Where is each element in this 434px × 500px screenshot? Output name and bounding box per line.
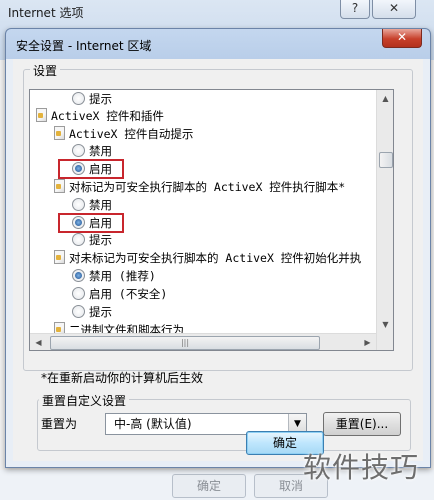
tree-setting: ActiveX 控件自动提示 — [54, 125, 193, 143]
tree-item-label: 禁用 — [89, 198, 112, 212]
restart-footnote: *在重新启动你的计算机后生效 — [41, 371, 204, 385]
tree-item-label: 对未标记为可安全执行脚本的 ActiveX 控件初始化并执 — [69, 251, 362, 265]
highlight-box — [58, 159, 124, 179]
radio-unselected-icon[interactable] — [72, 198, 85, 211]
tree-item-label: 启用 (不安全) — [89, 287, 168, 301]
radio-option[interactable]: 提示 — [72, 303, 112, 321]
radio-option[interactable]: 提示 — [72, 231, 112, 249]
tree-item-label: 提示 — [89, 305, 112, 319]
highlight-box — [58, 213, 124, 233]
tree-item-label: 禁用 — [89, 144, 112, 158]
vertical-scrollbar[interactable]: ▲ ▼ — [376, 90, 393, 350]
scroll-left-icon[interactable]: ◀ — [30, 334, 47, 350]
radio-unselected-icon[interactable] — [72, 144, 85, 157]
setting-page-icon — [54, 179, 65, 193]
dialog-title: 安全设置 - Internet 区域 — [16, 39, 152, 53]
watermark-text: 软件技巧 — [303, 451, 420, 484]
radio-option[interactable]: 禁用 (推荐) — [72, 267, 156, 285]
security-settings-dialog: 安全设置 - Internet 区域 ✕ 设置 提示 ActiveX 控件和插件 A… — [5, 28, 431, 468]
radio-unselected-icon[interactable] — [72, 305, 85, 318]
setting-page-icon — [54, 250, 65, 264]
setting-page-icon — [54, 126, 65, 140]
tree-item-label: 禁用 (推荐) — [89, 269, 156, 283]
tree-item-label: ActiveX 控件和插件 — [51, 109, 164, 123]
scroll-up-icon[interactable]: ▲ — [377, 90, 393, 107]
radio-unselected-icon[interactable] — [72, 92, 85, 105]
outer-window-title: Internet 选项 — [8, 6, 84, 20]
setting-page-icon — [36, 108, 47, 122]
horizontal-scrollbar[interactable]: ◀ ||| ▶ — [30, 333, 376, 350]
reset-level-value: 中-高 (默认值) — [114, 417, 192, 431]
tree-item-label: 提示 — [89, 233, 112, 247]
reset-to-label: 重置为 — [41, 417, 78, 431]
help-button[interactable]: ? — [340, 0, 370, 19]
radio-option[interactable]: 禁用 — [72, 142, 112, 160]
tree-item-label: 对标记为可安全执行脚本的 ActiveX 控件执行脚本* — [69, 180, 346, 194]
radio-selected-icon[interactable] — [72, 269, 85, 282]
outer-ok-button[interactable]: 确定 — [172, 474, 246, 498]
tree-item-label: 提示 — [89, 92, 112, 106]
radio-option[interactable]: 启用 (不安全) — [72, 285, 167, 303]
tree-category: ActiveX 控件和插件 — [36, 107, 164, 125]
tree-item-label: ActiveX 控件自动提示 — [69, 127, 194, 141]
tree-setting: 对未标记为可安全执行脚本的 ActiveX 控件初始化并执 — [54, 249, 361, 267]
radio-option[interactable]: 提示 — [72, 90, 112, 108]
settings-tree[interactable]: 提示 ActiveX 控件和插件 ActiveX 控件自动提示 禁用 启用 对标记为可安全… — [29, 89, 394, 351]
radio-option[interactable]: 禁用 — [72, 196, 112, 214]
tree-setting: 对标记为可安全执行脚本的 ActiveX 控件执行脚本* — [54, 178, 345, 196]
reset-button[interactable]: 重置(E)... — [323, 412, 401, 436]
dialog-body: 设置 提示 ActiveX 控件和插件 ActiveX 控件自动提示 禁用 启用 对标记为… — [13, 59, 423, 461]
radio-unselected-icon[interactable] — [72, 287, 85, 300]
scroll-down-icon[interactable]: ▼ — [377, 316, 393, 333]
radio-unselected-icon[interactable] — [72, 233, 85, 246]
vertical-scroll-thumb[interactable] — [379, 152, 393, 168]
horizontal-scroll-thumb[interactable]: ||| — [50, 336, 320, 350]
dialog-close-button[interactable]: ✕ — [382, 29, 422, 48]
scroll-right-icon[interactable]: ▶ — [359, 334, 376, 350]
outer-close-button[interactable]: ✕ — [372, 0, 416, 19]
reset-group-label: 重置自定义设置 — [39, 392, 130, 409]
settings-group-label: 设置 — [30, 62, 61, 79]
